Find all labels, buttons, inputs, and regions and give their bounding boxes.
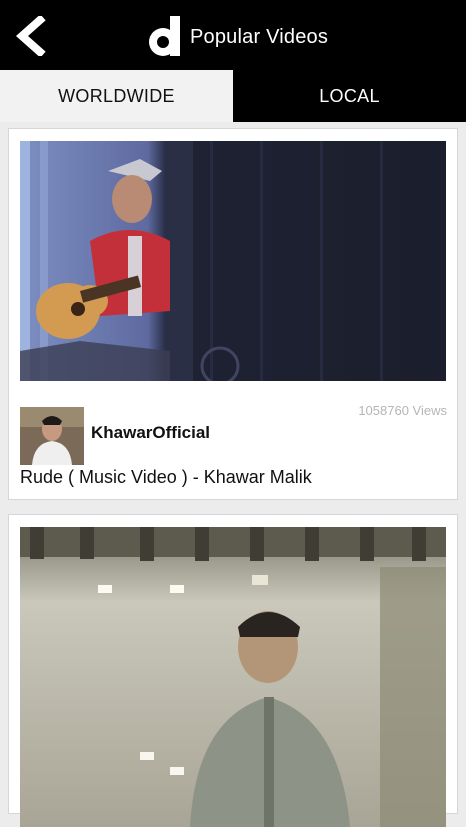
back-arrow-icon — [15, 14, 46, 58]
video-card[interactable] — [8, 514, 458, 827]
video-card[interactable]: 1058760 Views KhawarOfficial Rude ( Musi… — [8, 128, 458, 500]
top-bar: Popular Videos — [0, 0, 466, 70]
video-thumbnail-image — [20, 527, 446, 827]
channel-name[interactable]: KhawarOfficial — [91, 423, 210, 443]
page-title: Popular Videos — [190, 26, 329, 48]
tab-bar: WORLDWIDE LOCAL — [0, 70, 466, 122]
video-thumbnail[interactable] — [20, 141, 446, 381]
video-thumbnail-image — [20, 141, 446, 381]
video-thumbnail[interactable] — [20, 527, 446, 827]
avatar-image — [20, 407, 84, 465]
video-title[interactable]: Rude ( Music Video ) - Khawar Malik — [20, 467, 312, 488]
tab-local[interactable]: LOCAL — [233, 70, 466, 122]
app-logo — [148, 16, 182, 56]
back-button[interactable] — [14, 14, 50, 58]
view-count: 1058760 Views — [358, 403, 447, 418]
logo-d-icon — [149, 16, 180, 56]
tab-worldwide[interactable]: WORLDWIDE — [0, 70, 233, 122]
channel-avatar[interactable] — [20, 407, 84, 465]
